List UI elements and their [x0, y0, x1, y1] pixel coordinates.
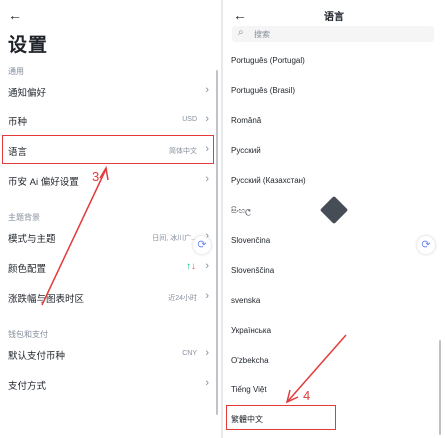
currency-row[interactable]: 币种 USD › [0, 107, 213, 133]
row-label: 颜色配置 [8, 264, 47, 275]
page-title: 语言 [324, 12, 344, 23]
color-config-row[interactable]: 颜色配置 ↑↓ › [0, 254, 213, 280]
language-option[interactable]: Українська [231, 326, 271, 335]
chevron-right-icon: › [205, 173, 209, 185]
up-down-arrows-icon: ↑↓ [186, 261, 196, 272]
row-label: 涨跌幅与图表时区 [8, 294, 85, 305]
language-option[interactable]: Português (Brasil) [231, 86, 295, 95]
annotation-step-number: 4 [303, 388, 311, 403]
row-label: 默认支付币种 [8, 351, 66, 362]
chart-timezone-row[interactable]: 涨跌幅与图表时区 近24小时 › [0, 284, 213, 310]
chevron-right-icon: › [205, 347, 209, 359]
mode-theme-row[interactable]: 模式与主题 日间, 冰川广... › [0, 224, 213, 250]
search-placeholder: 搜索 [254, 30, 270, 39]
language-option[interactable]: Português (Portugal) [231, 56, 305, 65]
language-option[interactable]: svenska [231, 296, 260, 305]
back-arrow-icon[interactable]: ← [8, 8, 24, 22]
annotation-step-number: 3 [92, 169, 100, 184]
section-general: 通用 [8, 67, 24, 76]
default-payment-currency-row[interactable]: 默认支付币种 CNY › [0, 341, 213, 367]
refresh-icon[interactable]: ⟳ [193, 236, 211, 254]
down-arrow-icon: ↓ [191, 261, 196, 272]
row-label: 币种 [8, 117, 28, 128]
chevron-right-icon: › [205, 113, 209, 125]
row-label: 支付方式 [8, 381, 47, 392]
row-value: CNY [182, 350, 197, 357]
section-wallet-payment: 钱包和支付 [8, 330, 48, 339]
search-input[interactable]: ⌕ 搜索 [232, 26, 434, 42]
language-option[interactable]: Русский (Казахстан) [231, 176, 306, 185]
page-title: 设置 [8, 35, 49, 56]
annotation-highlight-traditional-chinese [226, 405, 336, 430]
language-option[interactable]: Slovenčina [231, 236, 270, 245]
row-label: 模式与主题 [8, 234, 56, 245]
notification-preferences-row[interactable]: 通知偏好 › [0, 78, 213, 104]
language-option[interactable]: සිංහල [231, 206, 251, 216]
refresh-icon[interactable]: ⟳ [417, 236, 435, 254]
language-option[interactable]: Română [231, 116, 261, 125]
row-value: 日间, 冰川广... [152, 235, 197, 242]
row-value: USD [182, 116, 197, 123]
chevron-right-icon: › [205, 84, 209, 96]
ai-preferences-row[interactable]: 币安 Ai 偏好设置 › [0, 167, 213, 193]
language-option[interactable]: Русский [231, 146, 261, 155]
section-theme: 主题背景 [8, 213, 40, 222]
chevron-right-icon: › [205, 377, 209, 389]
settings-pane: ← 设置 通用 通知偏好 › 币种 USD › 语言 简体中文 › 币安 Ai … [0, 0, 221, 438]
language-option[interactable]: Tiếng Việt [231, 385, 267, 394]
row-label: 通知偏好 [8, 88, 47, 99]
row-label: 币安 Ai 偏好设置 [8, 177, 79, 188]
row-value: 近24小时 [168, 295, 197, 302]
scrollbar[interactable] [439, 340, 441, 435]
chevron-right-icon: › [205, 260, 209, 272]
annotation-highlight-language [2, 135, 214, 164]
chevron-right-icon: › [205, 290, 209, 302]
payment-methods-row[interactable]: 支付方式 › [0, 371, 213, 397]
search-icon: ⌕ [238, 27, 244, 38]
language-option[interactable]: O'zbekcha [231, 356, 269, 365]
language-option[interactable]: Slovenščina [231, 266, 274, 275]
scrollbar[interactable] [216, 70, 218, 415]
